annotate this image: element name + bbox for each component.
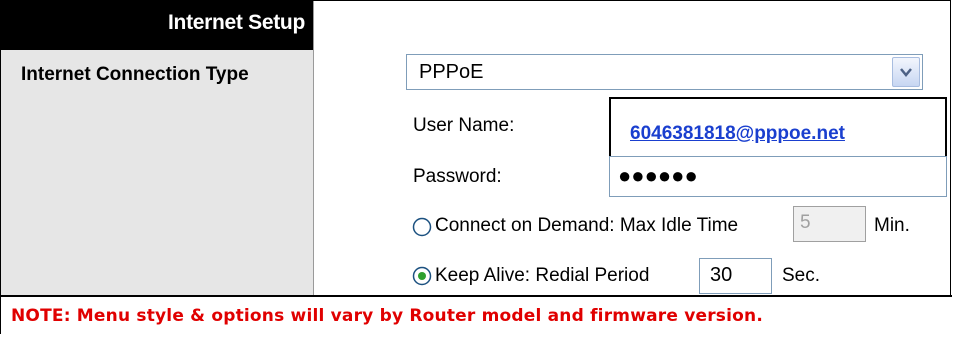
username-value[interactable]: 6046381818@pppoe.net xyxy=(630,123,845,145)
redial-period-input[interactable]: 30 xyxy=(699,258,772,294)
chevron-down-icon xyxy=(900,68,912,77)
idle-unit-label: Min. xyxy=(874,215,910,236)
dropdown-button[interactable] xyxy=(892,57,920,87)
max-idle-time-input[interactable]: 5 xyxy=(793,206,866,242)
column-divider xyxy=(313,1,318,295)
username-field[interactable]: 6046381818@pppoe.net xyxy=(609,97,947,159)
connection-type-label: Internet Connection Type xyxy=(21,64,249,85)
connect-on-demand-radio[interactable] xyxy=(412,217,432,237)
redial-period-value: 30 xyxy=(710,264,733,286)
note-bar: NOTE: Menu style & options will vary by … xyxy=(1,295,952,337)
keep-alive-radio[interactable] xyxy=(412,266,432,286)
label-column: Internet Setup Internet Connection Type xyxy=(1,1,313,295)
firmware-note: NOTE: Menu style & options will vary by … xyxy=(11,306,763,326)
section-title: Internet Setup xyxy=(168,11,305,34)
redial-unit-label: Sec. xyxy=(782,265,821,286)
connect-on-demand-label: Connect on Demand: Max Idle Time xyxy=(435,215,739,236)
connection-type-value: PPPoE xyxy=(419,61,484,83)
section-header: Internet Setup xyxy=(1,1,313,50)
password-field[interactable]: ●●●●●● xyxy=(609,156,947,197)
password-label: Password: xyxy=(413,166,502,187)
max-idle-time-value: 5 xyxy=(800,212,811,233)
username-label: User Name: xyxy=(413,115,515,136)
connection-type-select[interactable]: PPPoE xyxy=(406,54,923,90)
settings-panel: Internet Setup Internet Connection Type … xyxy=(0,0,952,337)
password-value: ●●●●●● xyxy=(618,163,698,188)
keep-alive-label: Keep Alive: Redial Period xyxy=(435,265,650,286)
